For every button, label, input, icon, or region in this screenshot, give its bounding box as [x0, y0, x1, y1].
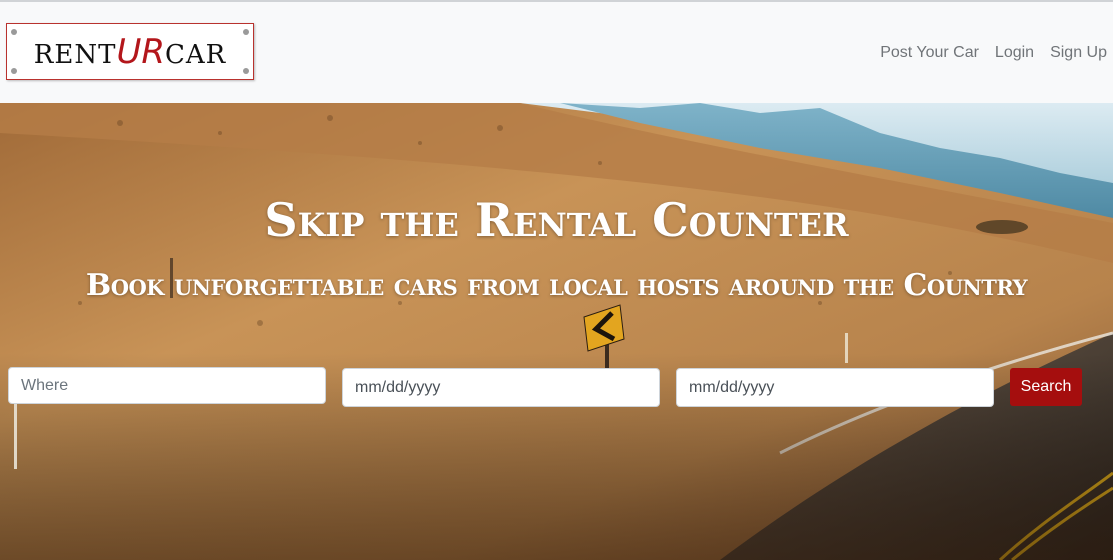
navbar: RENTURCAR Post Your Car Login Sign Up	[0, 0, 1113, 103]
nav-link-post-your-car[interactable]: Post Your Car	[880, 44, 979, 62]
hero-banner: Skip the Rental Counter Book unforgettab…	[0, 103, 1113, 560]
nav-links: Post Your Car Login Sign Up	[880, 44, 1107, 62]
start-date-input[interactable]: mm/dd/yyyy	[342, 368, 660, 407]
hero-subtitle: Book unforgettable cars from local hosts…	[85, 268, 1028, 303]
logo-text: RENTURCAR	[7, 32, 253, 72]
end-date-input[interactable]: mm/dd/yyyy	[676, 368, 994, 407]
logo-text-car: CAR	[164, 40, 227, 70]
hero-title: Skip the Rental Counter	[264, 193, 849, 247]
nav-link-login[interactable]: Login	[995, 44, 1034, 62]
logo-text-ur: UR	[116, 32, 165, 72]
where-input[interactable]	[8, 367, 326, 404]
hero-background-image	[0, 103, 1113, 560]
nav-link-sign-up[interactable]: Sign Up	[1050, 44, 1107, 62]
logo-text-rent: RENT	[33, 40, 117, 70]
brand-logo[interactable]: RENTURCAR	[6, 23, 254, 80]
search-form: mm/dd/yyyy mm/dd/yyyy Search	[0, 367, 1113, 407]
search-button[interactable]: Search	[1010, 368, 1082, 406]
page: RENTURCAR Post Your Car Login Sign Up Sk…	[0, 0, 1113, 560]
